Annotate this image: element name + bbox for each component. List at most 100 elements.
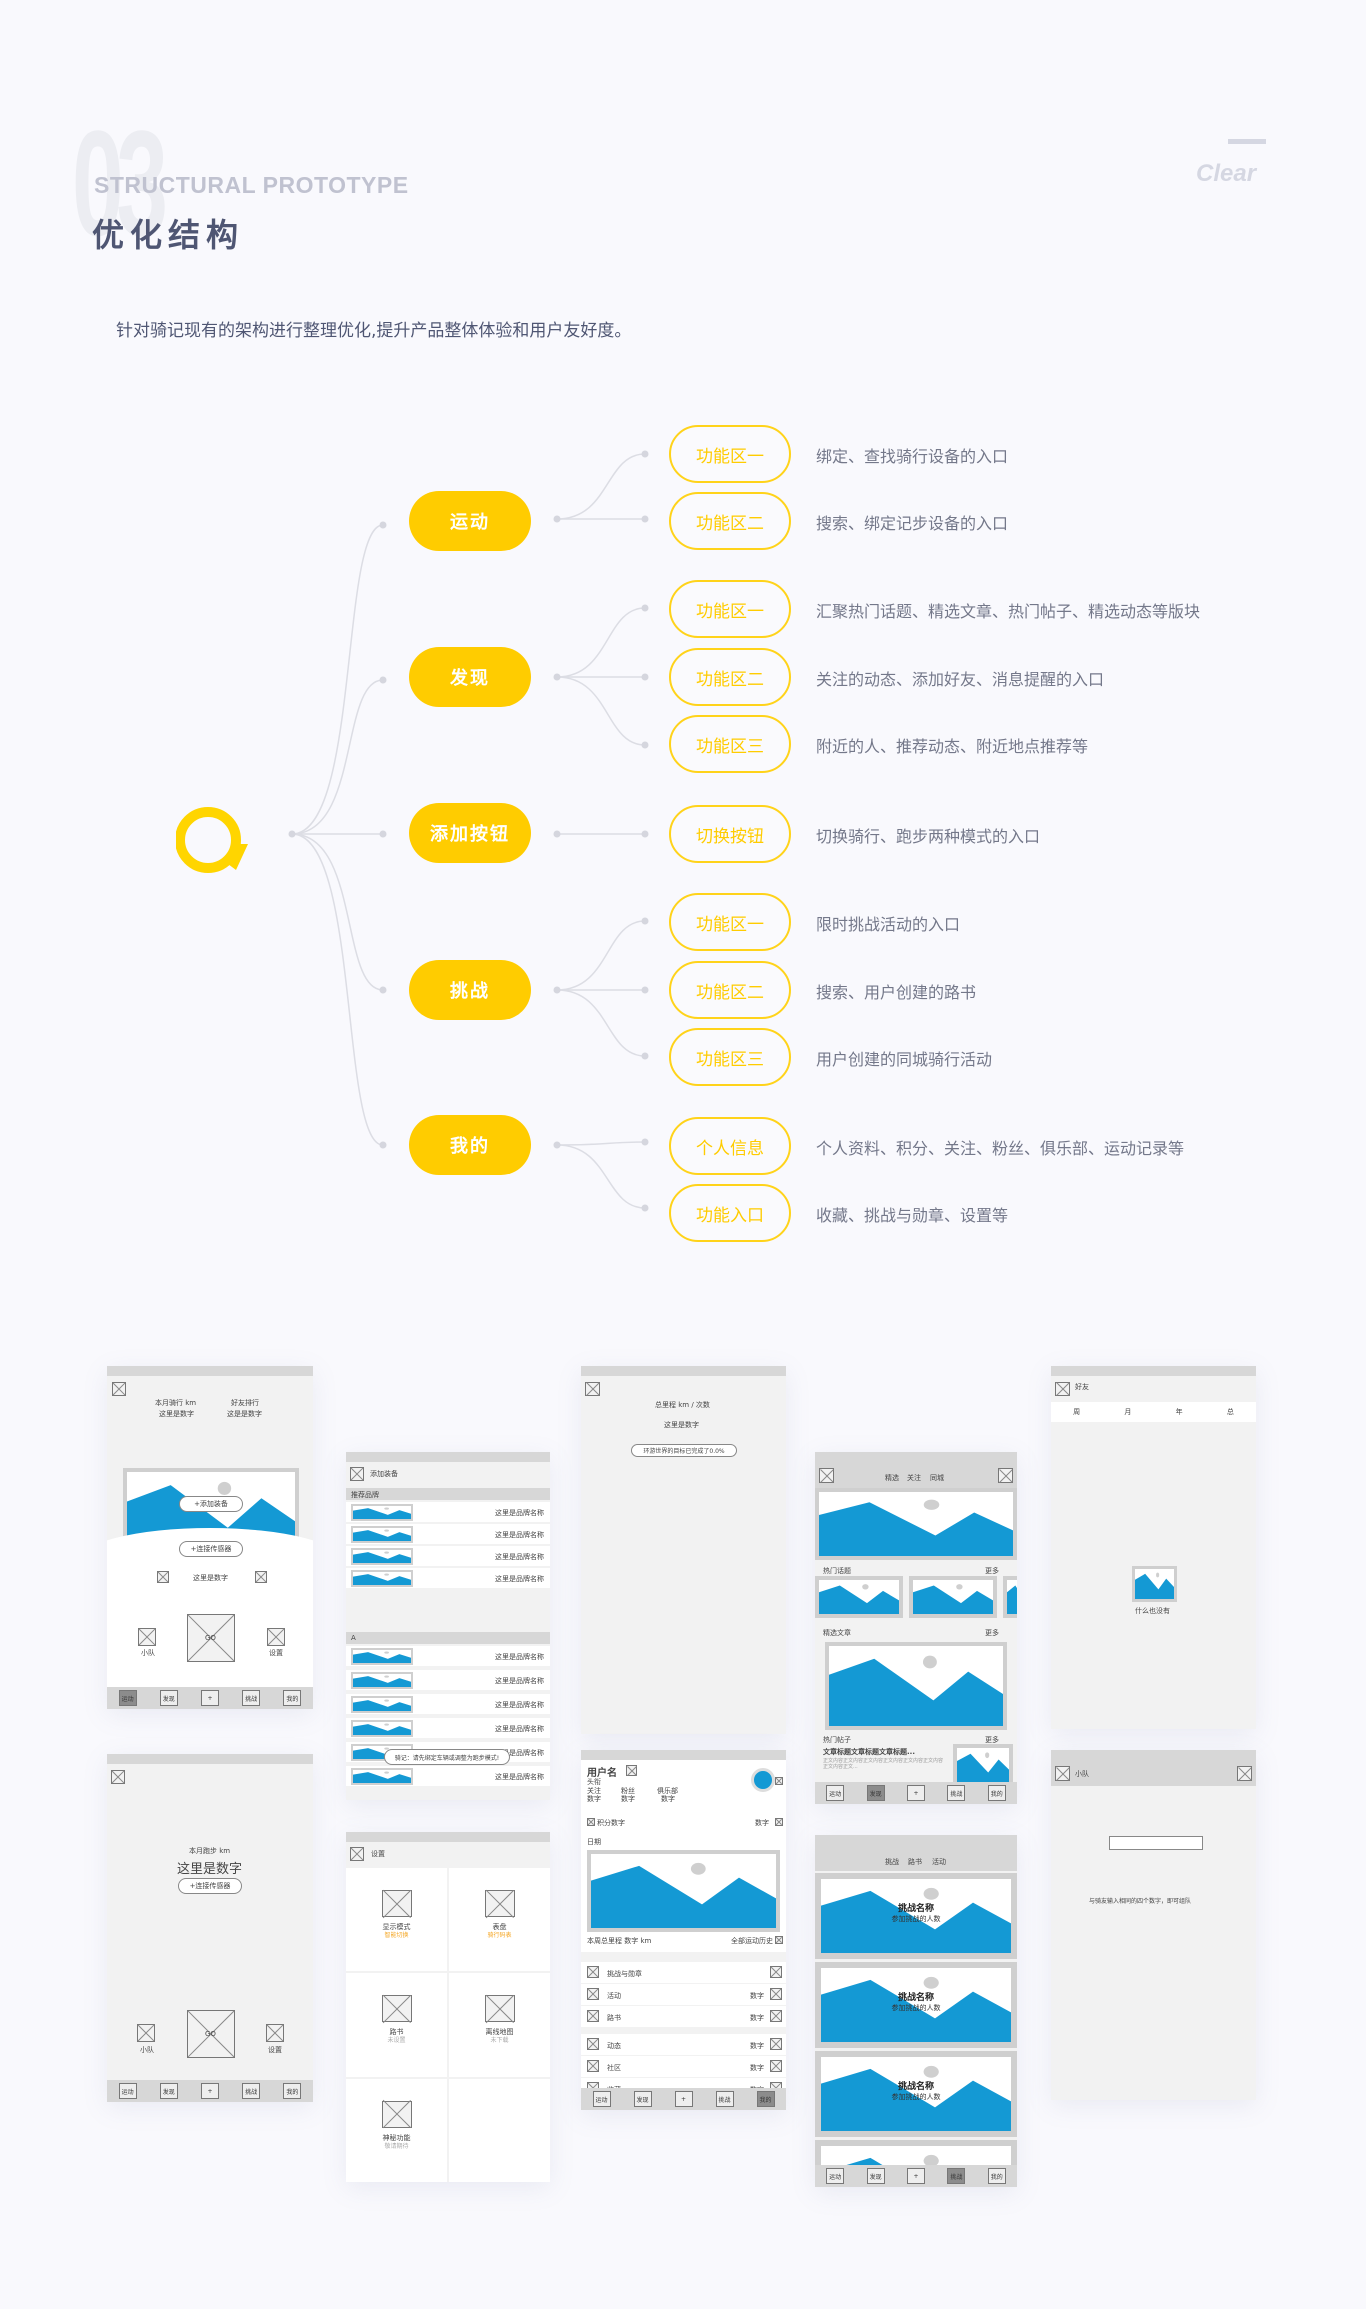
sub-node[interactable]: 功能入口	[669, 1184, 791, 1242]
sub-node[interactable]: 功能区二	[669, 961, 791, 1019]
setting-tile[interactable]: 离线地图 未下载	[449, 1973, 550, 2077]
avatar[interactable]	[751, 1768, 775, 1792]
settings-icon[interactable]	[267, 1628, 285, 1646]
menu-row[interactable]: 挑战与勋章	[581, 1962, 786, 1983]
tab-sport[interactable]: 运动	[826, 1785, 845, 1801]
tab-challenge[interactable]: 挑战	[242, 2083, 261, 2099]
challenge-card[interactable]: 挑战名称 参加挑战的人数	[815, 1873, 1017, 1959]
sub-node[interactable]: 功能区二	[669, 648, 791, 706]
brand-row[interactable]: 这里是品牌名称	[346, 1568, 550, 1588]
close-icon[interactable]	[1237, 1766, 1252, 1781]
banner-image[interactable]	[815, 1488, 1017, 1560]
setting-tile[interactable]: 显示模式 智能切换	[346, 1868, 447, 1972]
period-month[interactable]: 月	[1124, 1407, 1131, 1417]
tab-discover[interactable]: 发现	[866, 2168, 885, 2184]
settings-icon[interactable]	[266, 2024, 284, 2042]
period-total[interactable]: 总	[1227, 1407, 1234, 1417]
tab-challenge[interactable]: 挑战	[947, 1785, 966, 1801]
sub-node[interactable]: 功能区一	[669, 425, 791, 483]
team-icon[interactable]	[138, 1628, 156, 1646]
challenge-card[interactable]: 挑战名称 参加挑战的人数	[815, 2051, 1017, 2137]
setting-tile[interactable]: 路书 未设置	[346, 1973, 447, 2077]
category-add-button[interactable]: 添加按钮	[409, 803, 531, 863]
tab-challenge[interactable]: 挑战	[242, 1690, 261, 1706]
tab-add[interactable]: +	[906, 2168, 925, 2184]
tab-local[interactable]: 同城	[930, 1473, 944, 1483]
history-icon[interactable]	[775, 1936, 783, 1944]
more-link[interactable]: 更多	[985, 1628, 999, 1638]
menu-row[interactable]: 活动 数字	[581, 1984, 786, 2005]
back-icon[interactable]	[350, 1467, 364, 1481]
message-icon[interactable]	[998, 1468, 1013, 1483]
chevron-icon[interactable]	[775, 1818, 783, 1826]
tab-activity[interactable]: 活动	[932, 1857, 946, 1867]
sub-node[interactable]: 功能区一	[669, 893, 791, 951]
menu-icon[interactable]	[585, 1382, 600, 1396]
tab-routebook[interactable]: 路书	[908, 1857, 922, 1867]
search-icon[interactable]	[819, 1468, 834, 1483]
back-icon[interactable]	[350, 1847, 364, 1861]
article-image[interactable]	[825, 1642, 1007, 1730]
connect-sensor-button[interactable]: +连接传感器	[179, 1541, 243, 1557]
topic-image[interactable]	[1003, 1576, 1017, 1618]
brand-row[interactable]: 这里是品牌名称	[346, 1546, 550, 1566]
more-link[interactable]: 更多	[985, 1566, 999, 1576]
category-challenge[interactable]: 挑战	[409, 960, 531, 1020]
back-icon[interactable]	[1055, 1766, 1070, 1781]
tab-challenge-list[interactable]: 挑战	[885, 1857, 899, 1867]
tab-sport[interactable]: 运动	[118, 2083, 137, 2099]
brand-row[interactable]: 这里是品牌名称	[346, 1718, 550, 1738]
tab-mine[interactable]: 我的	[283, 2083, 302, 2099]
tab-discover[interactable]: 发现	[159, 2083, 178, 2099]
back-icon[interactable]	[1055, 1382, 1070, 1396]
tab-add[interactable]: +	[200, 1690, 219, 1706]
sub-node[interactable]: 个人信息	[669, 1117, 791, 1175]
sub-node[interactable]: 功能区一	[669, 580, 791, 638]
menu-icon[interactable]	[112, 1382, 126, 1396]
tab-following[interactable]: 关注	[907, 1473, 921, 1483]
tab-featured[interactable]: 精选	[885, 1473, 899, 1483]
setting-tile[interactable]: 表盘 骑行码表	[449, 1868, 550, 1972]
tab-mine[interactable]: 我的	[987, 1785, 1006, 1801]
brand-row[interactable]: 这里是品牌名称	[346, 1766, 550, 1786]
tab-discover[interactable]: 发现	[633, 2091, 652, 2107]
period-week[interactable]: 周	[1073, 1407, 1080, 1417]
tab-add[interactable]: +	[906, 1785, 925, 1801]
tab-challenge[interactable]: 挑战	[715, 2091, 734, 2107]
add-gear-button[interactable]: +添加装备	[179, 1496, 243, 1512]
menu-row[interactable]: 动态 数字	[581, 2034, 786, 2055]
topic-image[interactable]	[909, 1576, 997, 1618]
menu-row[interactable]: 路书 数字	[581, 2006, 786, 2027]
tab-sport[interactable]: 运动	[118, 1690, 137, 1706]
tab-sport[interactable]: 运动	[592, 2091, 611, 2107]
next-icon[interactable]	[255, 1571, 267, 1583]
history-link[interactable]: 全部运动历史	[731, 1936, 773, 1946]
tab-sport[interactable]: 运动	[826, 2168, 845, 2184]
post-title[interactable]: 文章标题文章标题文章标题...	[823, 1747, 915, 1757]
team-code-input[interactable]	[1109, 1836, 1203, 1850]
brand-row[interactable]: 这里是品牌名称	[346, 1670, 550, 1690]
period-year[interactable]: 年	[1176, 1407, 1183, 1417]
team-icon[interactable]	[137, 2024, 155, 2042]
connect-sensor-button[interactable]: +连接传感器	[178, 1878, 242, 1894]
category-sport[interactable]: 运动	[409, 491, 531, 551]
brand-row[interactable]: 这里是品牌名称	[346, 1524, 550, 1544]
menu-row[interactable]: 社区 数字	[581, 2056, 786, 2077]
tab-add[interactable]: +	[674, 2091, 693, 2107]
challenge-card[interactable]: 挑战名称 参加挑战的人数	[815, 1962, 1017, 2048]
tab-mine[interactable]: 我的	[283, 1690, 302, 1706]
brand-row[interactable]: 这里是品牌名称	[346, 1694, 550, 1714]
category-discover[interactable]: 发现	[409, 647, 531, 707]
tab-mine[interactable]: 我的	[987, 2168, 1006, 2184]
sub-node[interactable]: 功能区二	[669, 492, 791, 550]
menu-icon[interactable]	[111, 1770, 125, 1784]
brand-row[interactable]: 这里是品牌名称	[346, 1646, 550, 1666]
edit-icon[interactable]	[626, 1765, 637, 1776]
topic-image[interactable]	[815, 1576, 903, 1618]
tab-discover[interactable]: 发现	[159, 1690, 178, 1706]
brand-row[interactable]: 这里是品牌名称	[346, 1502, 550, 1522]
sub-node[interactable]: 功能区三	[669, 1028, 791, 1086]
prev-icon[interactable]	[157, 1571, 169, 1583]
category-mine[interactable]: 我的	[409, 1115, 531, 1175]
avatar-icon[interactable]	[775, 1777, 783, 1785]
